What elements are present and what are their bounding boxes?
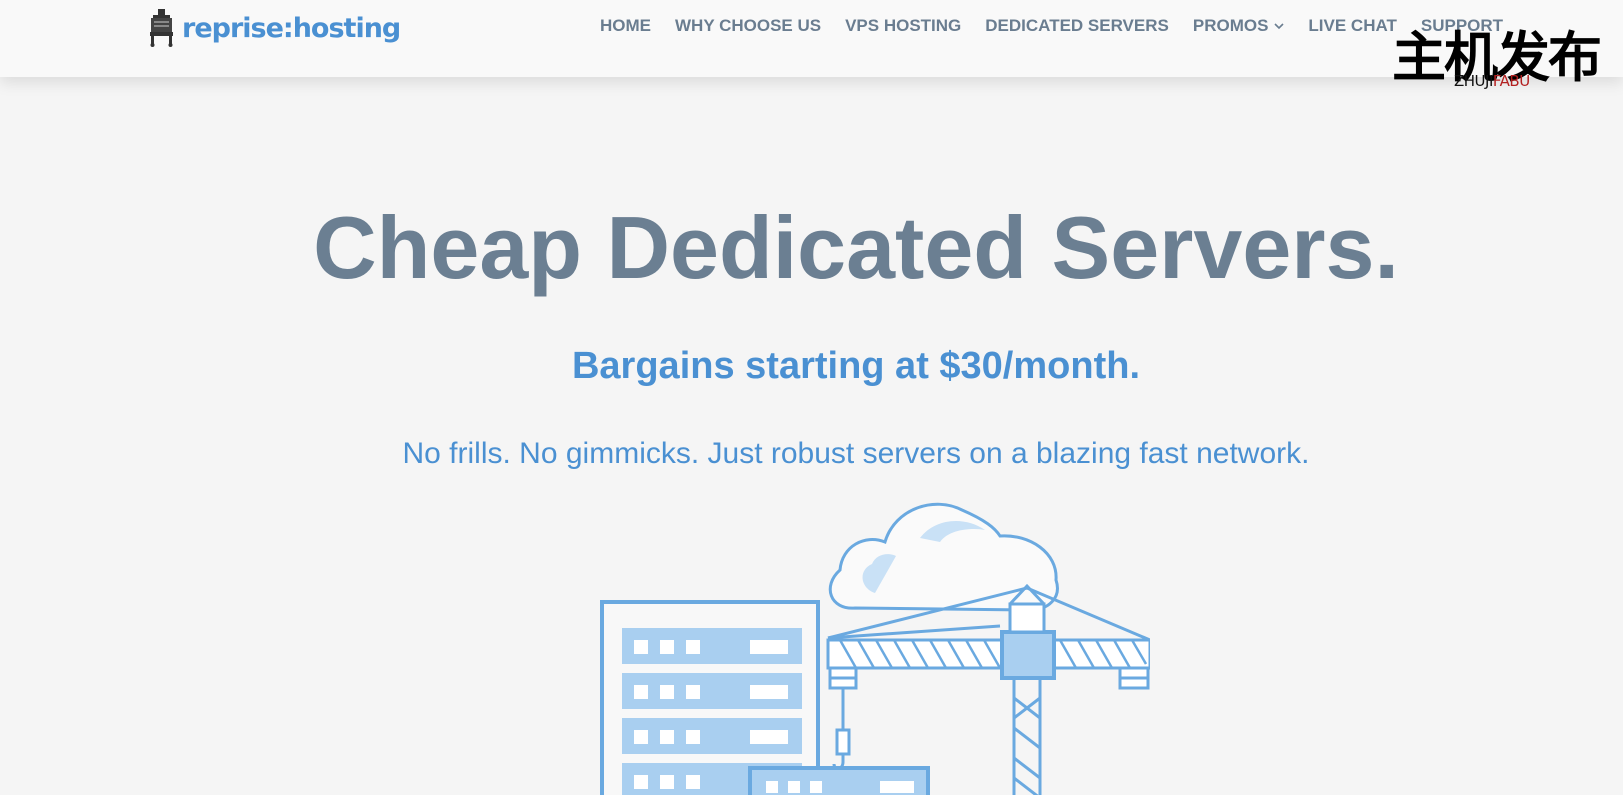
nav-dedicated-servers[interactable]: DEDICATED SERVERS — [985, 16, 1169, 36]
hero-subtitle: Bargains starting at $30/month. — [571, 345, 1140, 387]
watermark-latin-part1: ZHUJI — [1454, 72, 1493, 90]
hero-title: Cheap Dedicated Servers. — [313, 198, 1399, 297]
site-header: reprise:hosting HOME WHY CHOOSE US VPS H… — [0, 0, 1623, 77]
main-nav: HOME WHY CHOOSE US VPS HOSTING DEDICATED… — [600, 16, 1503, 36]
logo-text: reprise:hosting — [182, 12, 401, 44]
small-server-icon — [748, 766, 930, 795]
nav-why-choose-us[interactable]: WHY CHOOSE US — [675, 16, 821, 36]
nav-home[interactable]: HOME — [600, 16, 651, 36]
fountain-pen-logo-icon — [150, 9, 173, 47]
watermark-latin: ZHUJIFABU — [1454, 73, 1530, 89]
nav-promos-label: PROMOS — [1192, 16, 1269, 35]
nav-live-chat[interactable]: LIVE CHAT — [1308, 16, 1396, 36]
chevron-down-icon — [1274, 23, 1284, 30]
nav-promos[interactable]: PROMOS — [1193, 16, 1285, 36]
watermark-latin-part2: FABU — [1492, 72, 1530, 90]
cloud-icon — [828, 502, 1059, 612]
crane-icon — [826, 583, 1150, 795]
watermark: 主机发布 ZHUJIFABU — [1392, 28, 1602, 94]
logo[interactable]: reprise:hosting — [148, 8, 401, 48]
server-crane-cloud-illustration — [600, 502, 1150, 795]
nav-vps-hosting[interactable]: VPS HOSTING — [845, 16, 961, 36]
hero-tagline: No frills. No gimmicks. Just robust serv… — [402, 437, 1310, 470]
